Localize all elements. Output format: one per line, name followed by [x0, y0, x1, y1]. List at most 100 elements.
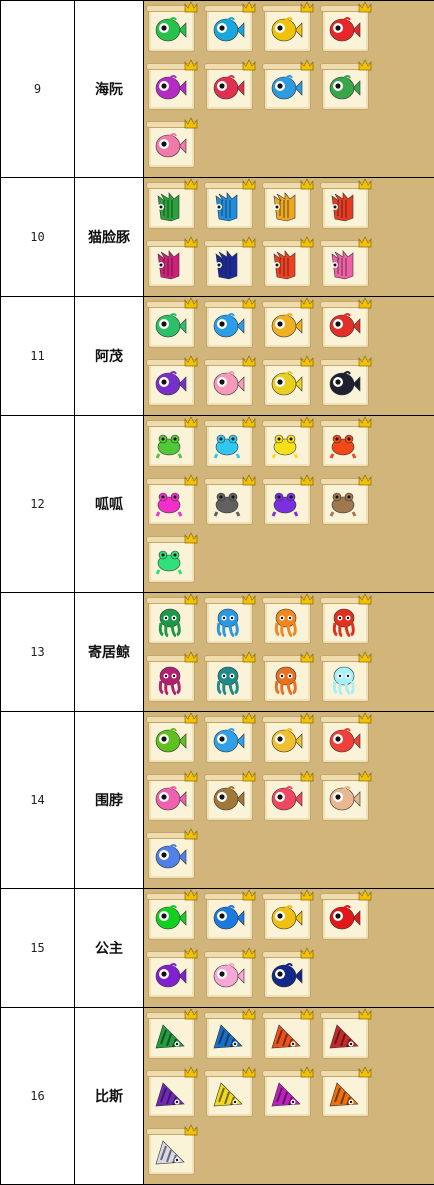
fish-card-icon[interactable]	[262, 772, 312, 822]
crown-icon	[242, 1, 256, 13]
fish-card-icon[interactable]	[320, 299, 370, 349]
fish-card-icon[interactable]	[146, 949, 196, 999]
fish-card-icon[interactable]	[262, 61, 312, 111]
crown-icon	[358, 770, 372, 782]
fish-card-icon[interactable]	[204, 1068, 254, 1118]
pet-name: 公主	[75, 889, 144, 1008]
pet-icon	[269, 1022, 303, 1052]
fish-card-icon[interactable]	[146, 1126, 196, 1176]
row-number: 10	[1, 178, 75, 297]
pet-icon	[327, 903, 361, 933]
fish-card-icon[interactable]	[262, 299, 312, 349]
fish-card-icon[interactable]	[262, 3, 312, 53]
pet-icon	[153, 665, 187, 695]
fish-card-icon[interactable]	[204, 653, 254, 703]
fish-card-icon[interactable]	[320, 418, 370, 468]
fish-card-icon[interactable]	[320, 653, 370, 703]
fish-card-icon[interactable]	[204, 476, 254, 526]
pet-icon	[269, 369, 303, 399]
fish-card-icon[interactable]	[204, 299, 254, 349]
fish-card-icon[interactable]	[204, 1010, 254, 1060]
fish-card-icon[interactable]	[146, 534, 196, 584]
pet-icon	[211, 665, 245, 695]
fish-card-icon[interactable]	[146, 714, 196, 764]
pet-name: 寄居鲸	[75, 593, 144, 712]
fish-card-icon[interactable]	[204, 772, 254, 822]
fish-card-icon[interactable]	[146, 3, 196, 53]
fish-card-icon[interactable]	[204, 714, 254, 764]
crown-icon	[358, 474, 372, 486]
fish-card-icon[interactable]	[204, 418, 254, 468]
crown-icon	[242, 889, 256, 901]
fish-card-icon[interactable]	[204, 357, 254, 407]
fish-card-icon[interactable]	[262, 357, 312, 407]
fish-card-icon[interactable]	[204, 949, 254, 999]
fish-card-icon[interactable]	[320, 714, 370, 764]
fish-card-icon[interactable]	[320, 357, 370, 407]
fish-card-icon[interactable]	[146, 119, 196, 169]
pet-icon	[269, 665, 303, 695]
fish-card-icon[interactable]	[262, 714, 312, 764]
crown-icon	[300, 236, 314, 248]
fish-card-icon[interactable]	[146, 180, 196, 230]
fish-card-icon[interactable]	[146, 1010, 196, 1060]
fish-card-icon[interactable]	[262, 1068, 312, 1118]
fish-card-icon[interactable]	[146, 238, 196, 288]
fish-card-icon[interactable]	[320, 595, 370, 645]
fish-card-icon[interactable]	[262, 238, 312, 288]
pet-icon	[327, 784, 361, 814]
fish-card-icon[interactable]	[146, 772, 196, 822]
fish-card-icon[interactable]	[262, 180, 312, 230]
pet-row: 12呱呱	[1, 416, 434, 593]
fish-card-icon[interactable]	[320, 238, 370, 288]
row-number: 9	[1, 1, 75, 178]
pet-variants-cell	[144, 178, 434, 297]
fish-card-icon[interactable]	[146, 418, 196, 468]
crown-icon	[184, 828, 198, 840]
fish-card-icon[interactable]	[320, 1068, 370, 1118]
fish-card-icon[interactable]	[146, 61, 196, 111]
fish-card-icon[interactable]	[320, 1010, 370, 1060]
fish-card-icon[interactable]	[146, 891, 196, 941]
fish-card-icon[interactable]	[204, 180, 254, 230]
fish-card-icon[interactable]	[146, 595, 196, 645]
pet-icon	[327, 726, 361, 756]
pet-icon	[327, 15, 361, 45]
pet-variants-cell	[144, 416, 434, 593]
pet-icon	[211, 250, 245, 280]
fish-card-icon[interactable]	[146, 357, 196, 407]
crown-icon	[184, 416, 198, 428]
pet-variants-cell	[144, 712, 434, 889]
crown-icon	[358, 355, 372, 367]
fish-card-icon[interactable]	[146, 653, 196, 703]
fish-card-icon[interactable]	[146, 830, 196, 880]
fish-card-icon[interactable]	[204, 595, 254, 645]
fish-card-icon[interactable]	[320, 180, 370, 230]
pet-icon	[153, 607, 187, 637]
fish-card-icon[interactable]	[262, 653, 312, 703]
fish-card-icon[interactable]	[262, 595, 312, 645]
crown-icon	[242, 947, 256, 959]
fish-card-icon[interactable]	[146, 476, 196, 526]
fish-card-icon[interactable]	[320, 891, 370, 941]
fish-card-icon[interactable]	[146, 299, 196, 349]
fish-card-icon[interactable]	[262, 1010, 312, 1060]
fish-card-icon[interactable]	[320, 476, 370, 526]
fish-card-icon[interactable]	[320, 3, 370, 53]
pet-name: 猫脸豚	[75, 178, 144, 297]
fish-card-icon[interactable]	[262, 476, 312, 526]
fish-card-icon[interactable]	[204, 61, 254, 111]
pet-icon	[269, 15, 303, 45]
fish-card-icon[interactable]	[262, 891, 312, 941]
fish-card-icon[interactable]	[262, 949, 312, 999]
pet-icon	[327, 369, 361, 399]
fish-card-icon[interactable]	[204, 891, 254, 941]
fish-card-icon[interactable]	[204, 3, 254, 53]
fish-card-icon[interactable]	[320, 772, 370, 822]
fish-card-icon[interactable]	[146, 1068, 196, 1118]
fish-card-icon[interactable]	[320, 61, 370, 111]
fish-card-icon[interactable]	[204, 238, 254, 288]
crown-icon	[184, 593, 198, 605]
fish-card-icon[interactable]	[262, 418, 312, 468]
crown-icon	[184, 59, 198, 71]
